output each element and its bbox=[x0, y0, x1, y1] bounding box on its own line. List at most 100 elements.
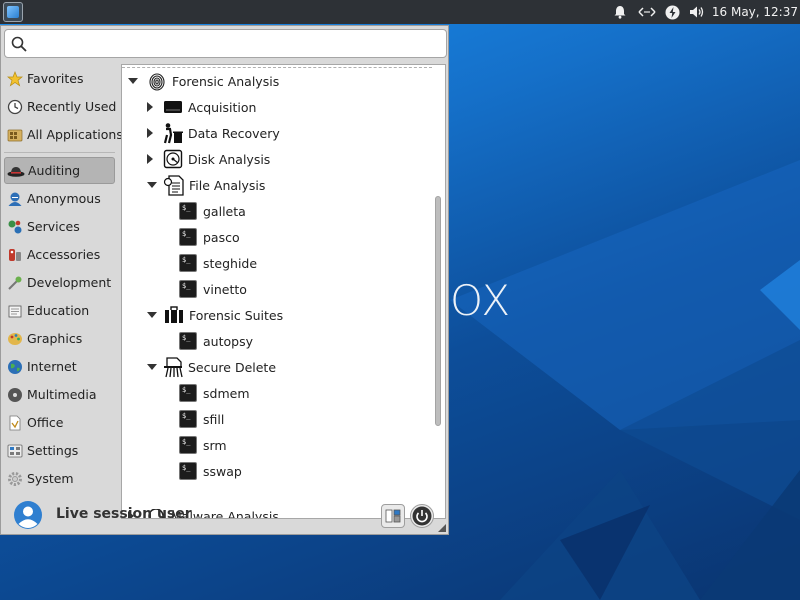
category-label: Office bbox=[27, 415, 64, 430]
category-label: Multimedia bbox=[27, 387, 97, 402]
app-label: pasco bbox=[203, 229, 240, 245]
application-menu: Favorites Recently Used All Applications… bbox=[0, 25, 449, 535]
network-arrows-icon[interactable] bbox=[636, 0, 658, 24]
app-sdmem[interactable]: sdmem bbox=[179, 380, 250, 406]
tree-folder-acquisition[interactable]: Acquisition bbox=[147, 94, 256, 120]
development-icon bbox=[6, 274, 24, 292]
logout-button[interactable] bbox=[410, 504, 434, 528]
category-system[interactable]: System bbox=[4, 465, 115, 492]
category-label: Education bbox=[27, 303, 90, 318]
tree-label: Forensic Analysis bbox=[172, 73, 280, 89]
category-development[interactable]: Development bbox=[4, 269, 115, 296]
top-panel: 16 May, 12:37 bbox=[0, 0, 800, 24]
expander-down-icon[interactable] bbox=[147, 312, 157, 318]
whisker-menu-button[interactable] bbox=[3, 2, 23, 22]
tree-scrollbar[interactable] bbox=[432, 71, 444, 511]
expander-down-icon[interactable] bbox=[147, 182, 157, 188]
education-icon bbox=[6, 302, 24, 320]
category-favorites[interactable]: Favorites bbox=[4, 65, 115, 92]
tree-folder-forensic-analysis[interactable]: Forensic Analysis bbox=[128, 68, 279, 94]
app-autopsy[interactable]: autopsy bbox=[179, 328, 253, 354]
category-label: Anonymous bbox=[27, 191, 101, 206]
volume-icon[interactable] bbox=[686, 0, 708, 24]
power-bolt-icon[interactable] bbox=[662, 0, 682, 24]
category-anonymous[interactable]: Anonymous bbox=[4, 185, 115, 212]
expander-right-icon[interactable] bbox=[147, 102, 153, 112]
trash-recovery-icon bbox=[162, 122, 184, 144]
search-box[interactable] bbox=[4, 29, 447, 58]
multimedia-icon bbox=[6, 386, 24, 404]
category-all-applications[interactable]: All Applications bbox=[4, 121, 123, 148]
wallpaper-logo-text: OX bbox=[450, 276, 512, 325]
category-recently-used[interactable]: Recently Used bbox=[4, 93, 116, 120]
office-icon bbox=[6, 414, 24, 432]
power-icon bbox=[412, 506, 432, 526]
expander-down-icon[interactable] bbox=[147, 364, 157, 370]
bell-icon[interactable] bbox=[610, 0, 630, 24]
settings-manager-button[interactable] bbox=[381, 504, 405, 528]
avatar[interactable] bbox=[13, 500, 43, 530]
terminal-icon bbox=[179, 462, 197, 480]
settings-panels-icon bbox=[385, 509, 401, 523]
app-label: galleta bbox=[203, 203, 246, 219]
category-label: Graphics bbox=[27, 331, 83, 346]
terminal-icon bbox=[179, 410, 197, 428]
app-label: vinetto bbox=[203, 281, 247, 297]
app-label: sdmem bbox=[203, 385, 250, 401]
category-label: Services bbox=[27, 219, 80, 234]
fedora-hat-icon bbox=[7, 162, 25, 180]
tree-folder-file-analysis[interactable]: File Analysis bbox=[147, 172, 265, 198]
app-label: sfill bbox=[203, 411, 225, 427]
category-office[interactable]: Office bbox=[4, 409, 115, 436]
fingerprint-icon bbox=[146, 70, 168, 92]
app-srm[interactable]: srm bbox=[179, 432, 227, 458]
globe-icon bbox=[6, 358, 24, 376]
category-education[interactable]: Education bbox=[4, 297, 115, 324]
category-multimedia[interactable]: Multimedia bbox=[4, 381, 115, 408]
tree-label: File Analysis bbox=[189, 177, 266, 193]
app-steghide[interactable]: steghide bbox=[179, 250, 257, 276]
app-sfill[interactable]: sfill bbox=[179, 406, 224, 432]
panel-clock[interactable]: 16 May, 12:37 bbox=[712, 0, 798, 24]
clock-icon bbox=[6, 98, 24, 116]
expander-right-icon[interactable] bbox=[147, 154, 153, 164]
tree-label: Secure Delete bbox=[188, 359, 277, 375]
category-settings[interactable]: Settings bbox=[4, 437, 115, 464]
menu-footer: Live session user bbox=[1, 496, 448, 534]
expander-down-icon[interactable] bbox=[128, 78, 138, 84]
resize-grip-icon[interactable] bbox=[438, 524, 446, 532]
tree-folder-secure-delete[interactable]: Secure Delete bbox=[147, 354, 276, 380]
shredder-icon bbox=[162, 356, 184, 378]
document-icon bbox=[163, 174, 185, 196]
tree-folder-forensic-suites[interactable]: Forensic Suites bbox=[147, 302, 283, 328]
category-label: System bbox=[27, 471, 74, 486]
accessories-icon bbox=[6, 246, 24, 264]
search-input[interactable] bbox=[33, 33, 437, 55]
app-pasco[interactable]: pasco bbox=[179, 224, 240, 250]
tree-label: Forensic Suites bbox=[189, 307, 284, 323]
category-divider bbox=[4, 152, 115, 153]
category-label: Internet bbox=[27, 359, 77, 374]
tree-folder-data-recovery[interactable]: Data Recovery bbox=[147, 120, 280, 146]
category-auditing[interactable]: Auditing bbox=[4, 157, 115, 184]
scrollbar-thumb[interactable] bbox=[435, 196, 441, 426]
application-tree: Forensic Analysis Acquisition Data Recov… bbox=[121, 64, 446, 519]
category-internet[interactable]: Internet bbox=[4, 353, 115, 380]
terminal-icon bbox=[179, 332, 197, 350]
app-label: sswap bbox=[203, 463, 242, 479]
category-graphics[interactable]: Graphics bbox=[4, 325, 115, 352]
drive-icon bbox=[162, 96, 184, 118]
tree-label: Acquisition bbox=[188, 99, 257, 115]
expander-right-icon[interactable] bbox=[147, 128, 153, 138]
tree-folder-disk-analysis[interactable]: Disk Analysis bbox=[147, 146, 270, 172]
category-label: Settings bbox=[27, 443, 79, 458]
app-galleta[interactable]: galleta bbox=[179, 198, 246, 224]
tree-label: Disk Analysis bbox=[188, 151, 271, 167]
category-accessories[interactable]: Accessories bbox=[4, 241, 115, 268]
app-vinetto[interactable]: vinetto bbox=[179, 276, 247, 302]
category-services[interactable]: Services bbox=[4, 213, 115, 240]
settings-icon bbox=[6, 442, 24, 460]
category-label: All Applications bbox=[27, 127, 123, 142]
app-sswap[interactable]: sswap bbox=[179, 458, 242, 484]
search-icon bbox=[11, 36, 27, 52]
